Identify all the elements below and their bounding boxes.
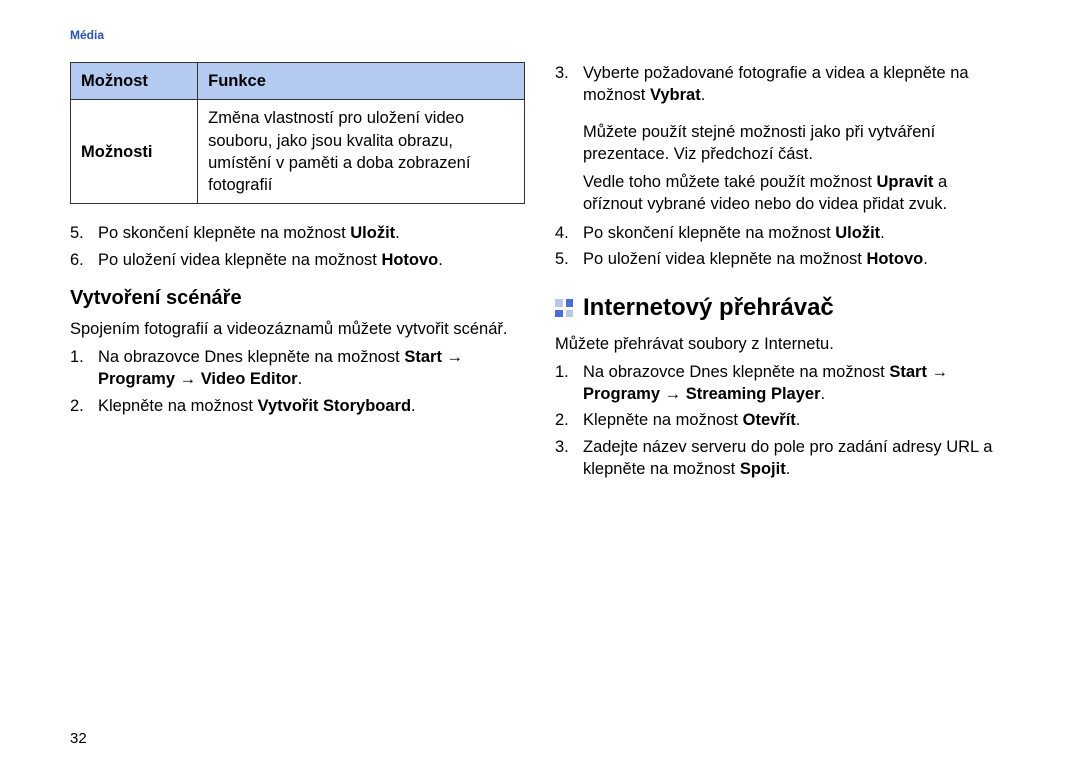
step-tail: .	[880, 224, 885, 242]
step-tail: .	[821, 385, 826, 403]
step-number: 4.	[555, 222, 569, 244]
internet-player-intro: Můžete přehrávat soubory z Internetu.	[555, 333, 1010, 355]
step-number: 5.	[555, 248, 569, 270]
step-4: 4. Po skončení klepněte na možnost Uloži…	[555, 222, 1010, 244]
step-3: 3. Vyberte požadované fotografie a videa…	[555, 62, 1010, 107]
step-bold: Spojit	[740, 460, 786, 478]
step-text: Klepněte na možnost	[583, 411, 743, 429]
step-text: Na obrazovce Dnes klepněte na možnost	[583, 363, 889, 381]
step-text: Klepněte na možnost	[98, 397, 258, 415]
steps-list-right-cont: 4. Po skončení klepněte na možnost Uloži…	[555, 222, 1010, 271]
step-number: 2.	[555, 409, 569, 431]
step-text: Po skončení klepněte na možnost	[98, 224, 350, 242]
steps-list-internet: 1. Na obrazovce Dnes klepněte na možnost…	[555, 361, 1010, 480]
step-bold: Hotovo	[381, 251, 438, 269]
step-number: 1.	[555, 361, 569, 383]
step-number: 5.	[70, 222, 84, 244]
step-number: 2.	[70, 395, 84, 417]
step-text: Po skončení klepněte na možnost	[583, 224, 835, 242]
step-bold: Uložit	[835, 224, 880, 242]
note-bold: Upravit	[877, 173, 934, 191]
options-table: Možnost Funkce Možnosti Změna vlastností…	[70, 62, 525, 204]
step-5: 5. Po skončení klepněte na možnost Uloži…	[70, 222, 525, 244]
note-text: Vedle toho můžete také použít možnost	[583, 173, 877, 191]
step-tail: .	[796, 411, 801, 429]
step-text: Vyberte požadované fotografie a videa a …	[583, 64, 969, 104]
step-text: Po uložení videa klepněte na možnost	[583, 250, 866, 268]
subheading-scenario: Vytvoření scénáře	[70, 285, 525, 312]
step-text: Na obrazovce Dnes klepněte na možnost	[98, 348, 404, 366]
step-3-note-1: Můžete použít stejné možnosti jako při v…	[555, 121, 1010, 166]
steps-list-scenario: 1. Na obrazovce Dnes klepněte na možnost…	[70, 346, 525, 417]
step-bold: Vytvořit Storyboard	[258, 397, 411, 415]
step-number: 1.	[70, 346, 84, 368]
step-1: 1. Na obrazovce Dnes klepněte na možnost…	[555, 361, 1010, 406]
step-3-note-2: Vedle toho můžete také použít možnost Up…	[555, 171, 1010, 216]
step-number: 6.	[70, 249, 84, 271]
step-5: 5. Po uložení videa klepněte na možnost …	[555, 248, 1010, 270]
step-bold: Vybrat	[650, 86, 701, 104]
content-columns: Možnost Funkce Možnosti Změna vlastností…	[70, 62, 1010, 494]
step-2: 2. Klepněte na možnost Vytvořit Storyboa…	[70, 395, 525, 417]
step-tail: .	[438, 251, 443, 269]
step-6: 6. Po uložení videa klepněte na možnost …	[70, 249, 525, 271]
step-tail: .	[395, 224, 400, 242]
section-header: Média	[70, 28, 1010, 42]
heading-text: Internetový přehrávač	[583, 292, 834, 324]
table-header-function: Funkce	[198, 63, 525, 100]
step-tail: .	[298, 370, 303, 388]
step-bold: Hotovo	[866, 250, 923, 268]
heading-squares-icon	[555, 299, 573, 317]
step-2: 2. Klepněte na možnost Otevřít.	[555, 409, 1010, 431]
steps-list-continued: 5. Po skončení klepněte na možnost Uloži…	[70, 222, 525, 271]
steps-list-right: 3. Vyberte požadované fotografie a videa…	[555, 62, 1010, 107]
step-tail: .	[786, 460, 791, 478]
right-column: 3. Vyberte požadované fotografie a videa…	[555, 62, 1010, 494]
step-3: 3. Zadejte název serveru do pole pro zad…	[555, 436, 1010, 481]
step-tail: .	[923, 250, 928, 268]
step-bold: Otevřít	[743, 411, 796, 429]
step-text: Po uložení videa klepněte na možnost	[98, 251, 381, 269]
table-header-option: Možnost	[71, 63, 198, 100]
step-number: 3.	[555, 62, 569, 84]
left-column: Možnost Funkce Možnosti Změna vlastností…	[70, 62, 525, 494]
step-tail: .	[411, 397, 416, 415]
step-number: 3.	[555, 436, 569, 458]
table-cell-function: Změna vlastností pro uložení video soubo…	[198, 100, 525, 204]
heading-internet-player: Internetový přehrávač	[555, 292, 1010, 324]
step-1: 1. Na obrazovce Dnes klepněte na možnost…	[70, 346, 525, 391]
page-number: 32	[70, 730, 87, 747]
intro-paragraph: Spojením fotografií a videozáznamů můžet…	[70, 318, 525, 340]
step-tail: .	[701, 86, 706, 104]
table-cell-option: Možnosti	[71, 100, 198, 204]
step-bold: Uložit	[350, 224, 395, 242]
